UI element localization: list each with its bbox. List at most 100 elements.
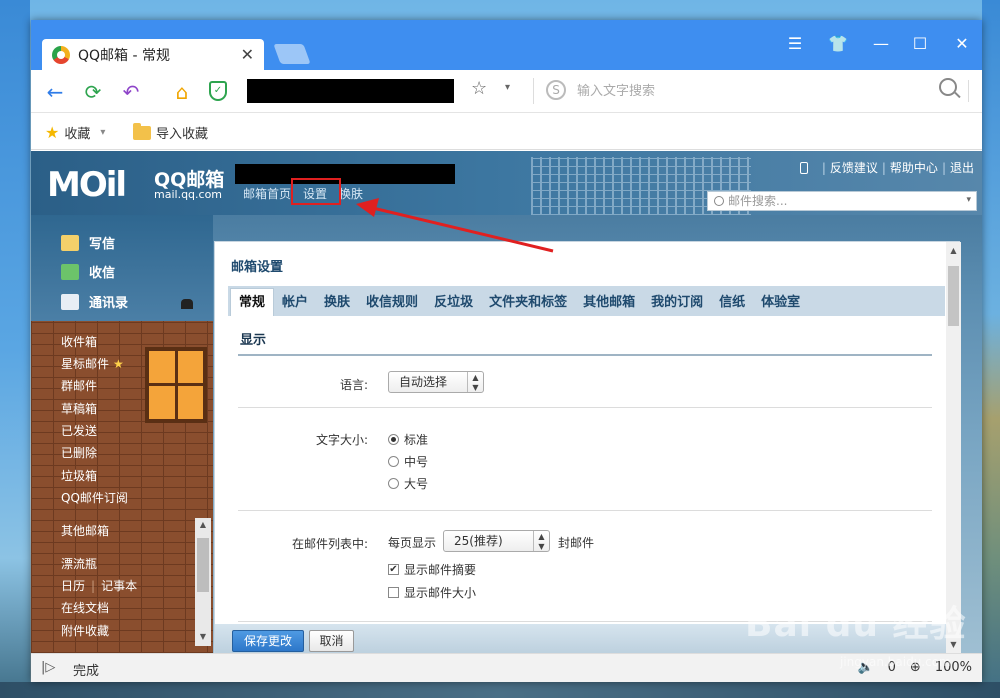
folder-spam[interactable]: 垃圾箱 [61, 467, 97, 484]
refresh-icon[interactable]: ⟳ [81, 80, 105, 104]
mail-list-label: 在邮件列表中: [291, 537, 368, 551]
scroll-thumb[interactable] [197, 538, 209, 592]
folder-notes[interactable]: 记事本 [101, 579, 137, 593]
folder-subscriptions[interactable]: QQ邮件订阅 [61, 489, 128, 506]
compose-label: 写信 [89, 237, 116, 252]
page-title: 邮箱设置 [231, 260, 284, 275]
folder-starred[interactable]: 星标邮件 ★ [61, 355, 124, 372]
browser-search-input[interactable] [577, 78, 937, 104]
folder-sent[interactable]: 已发送 [61, 422, 97, 439]
tab-skin[interactable]: 换肤 [316, 290, 358, 316]
tab-lab[interactable]: 体验室 [753, 290, 808, 316]
font-size-large[interactable]: 大号 [388, 475, 428, 492]
settings-tabs: 常规 帐户 换肤 收信规则 反垃圾 文件夹和标签 其他邮箱 我的订阅 信纸 体验… [228, 286, 945, 316]
folder-deleted[interactable]: 已删除 [61, 444, 97, 461]
phone-icon[interactable] [799, 161, 808, 174]
tab-account[interactable]: 帐户 [274, 290, 316, 316]
tab-close-icon[interactable]: ✕ [241, 45, 254, 64]
favorite-star-icon[interactable]: ☆ [471, 78, 487, 99]
folder-icon [133, 122, 151, 140]
radio-label: 标准 [404, 433, 429, 447]
sidebar-toggle-icon[interactable]: |▷ [41, 660, 55, 675]
folder-bottle[interactable]: 漂流瓶 [61, 555, 97, 572]
contacts-button[interactable]: 通讯录 [61, 292, 128, 311]
home-icon[interactable]: ⌂ [170, 80, 194, 104]
mail-logo[interactable]: MOil [47, 165, 127, 205]
radio-icon [388, 456, 399, 467]
radio-icon [388, 478, 399, 489]
checkbox-checked-icon: ✔ [388, 564, 399, 575]
skin-icon[interactable]: 👕 [826, 34, 850, 53]
search-engine-icon[interactable]: S [546, 80, 566, 100]
link-logout[interactable]: 退出 [950, 159, 974, 176]
save-button[interactable]: 保存更改 [232, 630, 304, 652]
undo-icon[interactable]: ↶ [119, 80, 143, 104]
radio-icon [388, 434, 399, 445]
new-tab-button[interactable] [273, 44, 311, 64]
back-icon[interactable]: ← [43, 80, 67, 104]
mail-logo-url: mail.qq.com [154, 188, 223, 201]
receive-button[interactable]: 收信 [61, 262, 115, 281]
folder-label: 星标邮件 [61, 357, 110, 371]
show-size-checkbox[interactable]: 显示邮件大小 [388, 584, 476, 601]
folder-calendar[interactable]: 日历 [61, 579, 85, 593]
scroll-down-icon[interactable]: ▼ [195, 632, 211, 641]
compose-button[interactable]: 写信 [61, 233, 115, 252]
tab-rules[interactable]: 收信规则 [358, 290, 426, 316]
font-size-medium[interactable]: 中号 [388, 453, 428, 470]
folder-groups[interactable]: 群邮件 [61, 377, 97, 394]
baidu-watermark-url: jingyan.baidu.com [840, 655, 951, 669]
cancel-button[interactable]: 取消 [309, 630, 354, 652]
tab-folders[interactable]: 文件夹和标签 [481, 290, 575, 316]
browser-logo-icon [52, 45, 70, 64]
mail-search-box[interactable]: ▾ [707, 191, 977, 211]
scroll-up-icon[interactable]: ▲ [195, 520, 211, 529]
nav-mail-home[interactable]: 邮箱首页 [243, 185, 291, 202]
search-icon[interactable] [939, 78, 957, 96]
maximize-icon[interactable]: ☐ [908, 34, 932, 53]
folder-attachments[interactable]: 附件收藏 [61, 622, 109, 639]
language-select[interactable]: 自动选择 ▲ ▼ [388, 371, 484, 393]
panel-scrollbar[interactable]: ▲ ▼ [946, 242, 961, 653]
folder-other-mail[interactable]: 其他邮箱 [61, 522, 109, 539]
folder-drafts[interactable]: 草稿箱 [61, 400, 97, 417]
tab-general[interactable]: 常规 [230, 288, 275, 316]
font-size-standard[interactable]: 标准 [388, 431, 428, 448]
scroll-up-icon[interactable]: ▲ [946, 246, 961, 255]
browser-tab-active[interactable]: QQ邮箱 - 常规 ✕ [42, 39, 264, 70]
per-page-select[interactable]: 25(推荐) ▲ ▼ [443, 530, 550, 552]
bookmark-favorites[interactable]: ★ 收藏 ▾ [45, 123, 105, 142]
nav-skin[interactable]: 换肤 [339, 185, 363, 202]
language-label: 语言: [339, 378, 368, 392]
scroll-thumb[interactable] [948, 266, 959, 326]
checkbox-icon [388, 587, 399, 598]
browser-window: QQ邮箱 - 常规 ✕ ☰ 👕 — ☐ ✕ ← ⟳ ↶ ⌂ ✓ ☆ ▾ S ★ … [31, 20, 982, 682]
chevron-down-icon[interactable]: ▾ [966, 195, 971, 205]
mail-search-input[interactable] [728, 194, 958, 208]
qq-mail-app: MOil QQ邮箱 mail.qq.com 邮箱首页 设置 换肤 | 反馈建议 … [31, 151, 982, 653]
mail-sidebar: 写信 收信 通讯录 收件箱 星标邮件 ★ 群邮件 草稿箱 已发送 已删除 垃圾箱 … [31, 215, 213, 653]
link-help[interactable]: 帮助中心 [890, 159, 938, 176]
highlight-box [291, 178, 341, 205]
folder-docs[interactable]: 在线文档 [61, 599, 109, 616]
search-icon [714, 196, 724, 206]
bookmark-import[interactable]: 导入收藏 [133, 122, 208, 142]
contacts-label: 通讯录 [89, 296, 129, 311]
chevron-down-icon[interactable]: ▾ [505, 82, 510, 93]
tab-other-mail[interactable]: 其他邮箱 [575, 290, 643, 316]
sidebar-scrollbar[interactable]: ▲ ▼ [195, 518, 211, 646]
tab-antispam[interactable]: 反垃圾 [426, 290, 481, 316]
folder-inbox[interactable]: 收件箱 [61, 333, 97, 350]
tab-subscriptions[interactable]: 我的订阅 [643, 290, 711, 316]
close-icon[interactable]: ✕ [950, 34, 974, 53]
receive-icon [61, 263, 79, 280]
link-feedback[interactable]: 反馈建议 [830, 159, 878, 176]
tab-title: QQ邮箱 - 常规 [78, 47, 170, 64]
show-summary-checkbox[interactable]: ✔ 显示邮件摘要 [388, 561, 476, 578]
contacts-icon [61, 293, 79, 310]
minimize-icon[interactable]: — [869, 34, 893, 53]
stepper-icon: ▲ ▼ [467, 372, 483, 392]
menu-icon[interactable]: ☰ [783, 34, 807, 53]
status-text: 完成 [73, 664, 100, 679]
tab-stationery[interactable]: 信纸 [711, 290, 753, 316]
